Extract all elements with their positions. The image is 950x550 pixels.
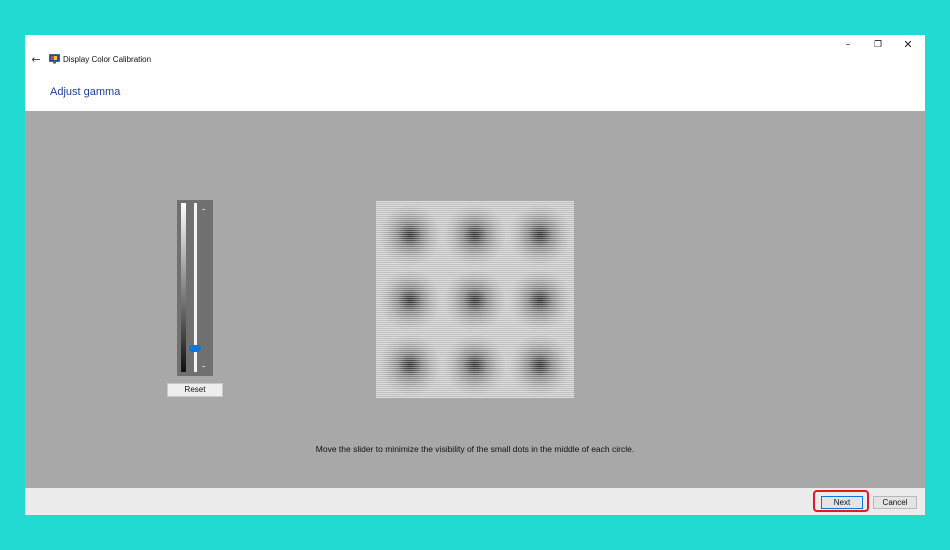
title-bar: ← Display Color Calibration – ❐ ✕ — [25, 35, 925, 81]
test-circle — [445, 205, 505, 265]
page-heading: Adjust gamma — [50, 86, 121, 98]
slider-tick-top — [202, 209, 205, 210]
test-circle — [380, 270, 440, 330]
test-circle — [380, 205, 440, 265]
test-circle — [445, 270, 505, 330]
test-circle — [510, 270, 570, 330]
test-circle — [445, 335, 505, 395]
window-title: Display Color Calibration — [63, 55, 152, 64]
test-circle — [380, 335, 440, 395]
slider-tick-bottom — [202, 366, 205, 367]
test-circle — [510, 205, 570, 265]
minimize-icon[interactable]: – — [833, 37, 863, 53]
footer-bar: Next Cancel — [25, 488, 925, 515]
gamma-test-pattern — [376, 201, 574, 398]
next-button[interactable]: Next — [821, 496, 863, 509]
close-icon[interactable]: ✕ — [893, 37, 923, 53]
instruction-text: Move the slider to minimize the visibili… — [315, 444, 635, 454]
gamma-gradient-bar — [181, 203, 186, 372]
calibration-window: ← Display Color Calibration – ❐ ✕ Adjust… — [25, 35, 925, 515]
back-arrow-icon[interactable]: ← — [29, 53, 43, 67]
display-calibration-icon — [49, 54, 60, 64]
calibration-content: Reset Move the slider to minimize the vi… — [25, 111, 925, 488]
slider-thumb[interactable] — [189, 344, 201, 352]
cancel-button[interactable]: Cancel — [873, 496, 917, 509]
gamma-slider[interactable] — [177, 200, 213, 376]
reset-button[interactable]: Reset — [167, 383, 223, 397]
test-circle — [510, 335, 570, 395]
maximize-icon[interactable]: ❐ — [863, 37, 893, 53]
